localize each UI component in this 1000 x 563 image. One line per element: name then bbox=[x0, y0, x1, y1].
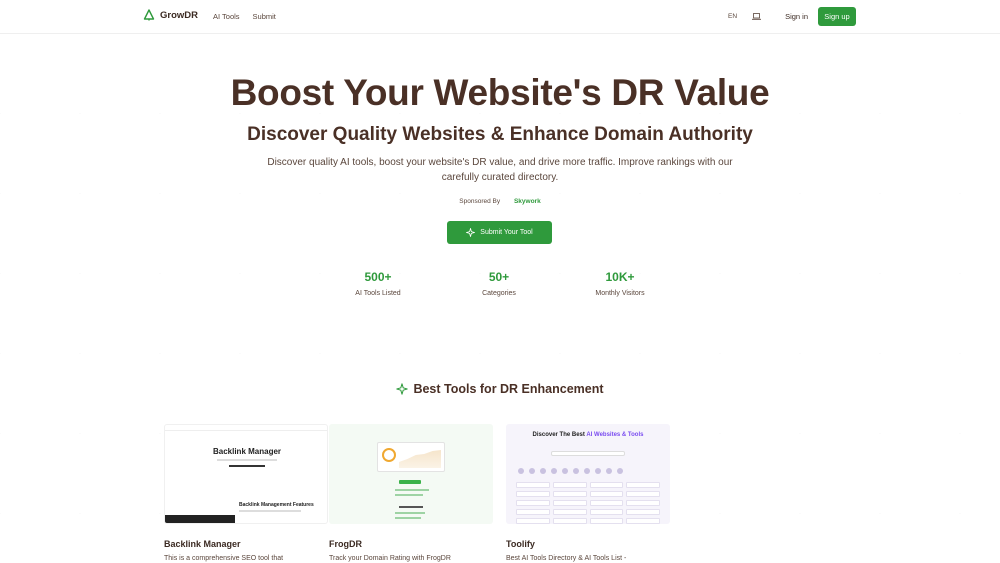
tool-card-frogdr[interactable]: FrogDR Track your Domain Rating with Fro… bbox=[329, 424, 493, 562]
thumb-search bbox=[551, 451, 625, 456]
thumb-line bbox=[399, 506, 423, 508]
stat-visitors: 10K+ Monthly Visitors bbox=[560, 270, 680, 297]
thumb-line bbox=[229, 465, 265, 467]
thumb-dot bbox=[595, 468, 601, 474]
tool-description: Best AI Tools Directory & AI Tools List … bbox=[506, 555, 627, 562]
thumb-line bbox=[395, 489, 429, 491]
thumb-cell bbox=[589, 500, 624, 506]
submit-tool-button[interactable]: Submit Your Tool bbox=[447, 221, 552, 244]
thumb-cell bbox=[552, 509, 587, 515]
thumb-feature-title: Backlink Management Features bbox=[239, 502, 314, 508]
thumb-title: Discover The Best AI Websites & Tools bbox=[506, 432, 670, 438]
brand-name: GrowDR bbox=[160, 9, 198, 21]
tree-icon bbox=[143, 9, 155, 21]
thumb-dots bbox=[518, 468, 623, 474]
tool-screenshot[interactable]: Discover The Best AI Websites & Tools bbox=[506, 424, 670, 524]
sparkle-icon bbox=[396, 383, 409, 395]
stat-label: Monthly Visitors bbox=[595, 290, 645, 297]
nav-submit[interactable]: Submit bbox=[253, 12, 276, 21]
best-tools-heading: Best Tools for DR Enhancement bbox=[0, 382, 1000, 396]
thumb-cell bbox=[626, 518, 660, 524]
signup-button[interactable]: Sign up bbox=[818, 7, 856, 26]
tool-screenshot[interactable] bbox=[329, 424, 493, 524]
thumb-cell bbox=[552, 518, 587, 524]
thumb-cell bbox=[516, 482, 550, 488]
thumb-title: Backlink Manager bbox=[212, 447, 282, 456]
hero-subtitle: Discover Quality Websites & Enhance Doma… bbox=[247, 124, 753, 145]
thumb-line bbox=[395, 512, 425, 514]
thumb-line bbox=[395, 494, 423, 496]
sponsor-label: Sponsored By bbox=[459, 198, 501, 205]
language-switcher[interactable]: EN bbox=[728, 13, 737, 20]
thumb-dark-panel bbox=[165, 515, 235, 523]
thumb-title-highlight: AI Websites & Tools bbox=[586, 432, 644, 438]
stat-value: 500+ bbox=[364, 270, 392, 284]
main-nav: AI Tools Submit bbox=[213, 12, 276, 21]
submit-tool-label: Submit Your Tool bbox=[480, 229, 533, 236]
tool-description: This is a comprehensive SEO tool that bbox=[164, 555, 284, 562]
nav-ai-tools[interactable]: AI Tools bbox=[213, 12, 240, 21]
thumb-cell bbox=[626, 491, 660, 497]
thumb-cell bbox=[589, 482, 624, 488]
thumb-dot bbox=[606, 468, 612, 474]
stat-value: 10K+ bbox=[605, 270, 635, 284]
thumb-cell bbox=[626, 500, 660, 506]
hero-description: Discover quality AI tools, boost your we… bbox=[267, 157, 733, 183]
thumb-cell bbox=[589, 518, 624, 524]
thumb-dot bbox=[562, 468, 568, 474]
best-tools-title: Best Tools for DR Enhancement bbox=[413, 382, 604, 396]
thumb-cell bbox=[626, 482, 660, 488]
thumb-line bbox=[395, 517, 421, 519]
tool-name: Toolify bbox=[506, 539, 535, 549]
sponsor-link[interactable]: Skywork bbox=[514, 198, 541, 205]
tool-name: FrogDR bbox=[329, 539, 362, 549]
hero-title: Boost Your Website's DR Value bbox=[230, 72, 770, 113]
tool-description: Track your Domain Rating with FrogDR bbox=[329, 555, 451, 562]
thumb-button bbox=[399, 480, 421, 484]
thumb-cell bbox=[589, 509, 624, 515]
tool-card-backlink-manager[interactable]: Backlink Manager Backlink Management Fea… bbox=[164, 424, 328, 562]
stat-tools: 500+ AI Tools Listed bbox=[318, 270, 438, 297]
thumb-gauge bbox=[382, 448, 396, 462]
thumb-line bbox=[239, 510, 301, 512]
header-actions: EN Sign in Sign up bbox=[728, 7, 856, 26]
thumb-dot bbox=[573, 468, 579, 474]
top-header: GrowDR AI Tools Submit EN Sign in Sign u… bbox=[0, 0, 1000, 34]
sparkle-icon bbox=[466, 228, 476, 237]
brand-logo[interactable]: GrowDR bbox=[143, 9, 198, 21]
tool-screenshot[interactable]: Backlink Manager Backlink Management Fea… bbox=[164, 424, 328, 524]
thumb-cell bbox=[516, 518, 550, 524]
stat-categories: 50+ Categories bbox=[439, 270, 559, 297]
thumb-cell bbox=[552, 482, 587, 488]
thumb-cell bbox=[626, 509, 660, 515]
sponsor-line: Sponsored By Skywork bbox=[0, 198, 1000, 205]
thumb-cell bbox=[516, 509, 550, 515]
tool-card-toolify[interactable]: Discover The Best AI Websites & Tools To… bbox=[506, 424, 670, 562]
thumb-cell bbox=[516, 500, 550, 506]
thumb-grid bbox=[516, 482, 660, 524]
thumb-dot bbox=[529, 468, 535, 474]
thumb-dot bbox=[551, 468, 557, 474]
stat-label: AI Tools Listed bbox=[355, 290, 401, 297]
thumb-cell bbox=[589, 491, 624, 497]
stat-value: 50+ bbox=[488, 270, 510, 284]
signin-link[interactable]: Sign in bbox=[785, 12, 808, 21]
thumb-title-prefix: Discover The Best bbox=[532, 432, 585, 438]
tool-name: Backlink Manager bbox=[164, 539, 241, 549]
thumb-line bbox=[217, 459, 277, 461]
thumb-cell bbox=[552, 491, 587, 497]
thumb-navbar bbox=[165, 425, 327, 431]
laptop-icon[interactable] bbox=[752, 13, 762, 20]
thumb-cell bbox=[552, 500, 587, 506]
thumb-cell bbox=[516, 491, 550, 497]
thumb-dot bbox=[518, 468, 524, 474]
stat-label: Categories bbox=[482, 290, 516, 297]
thumb-dot bbox=[540, 468, 546, 474]
thumb-dot bbox=[617, 468, 623, 474]
thumb-dot bbox=[584, 468, 590, 474]
